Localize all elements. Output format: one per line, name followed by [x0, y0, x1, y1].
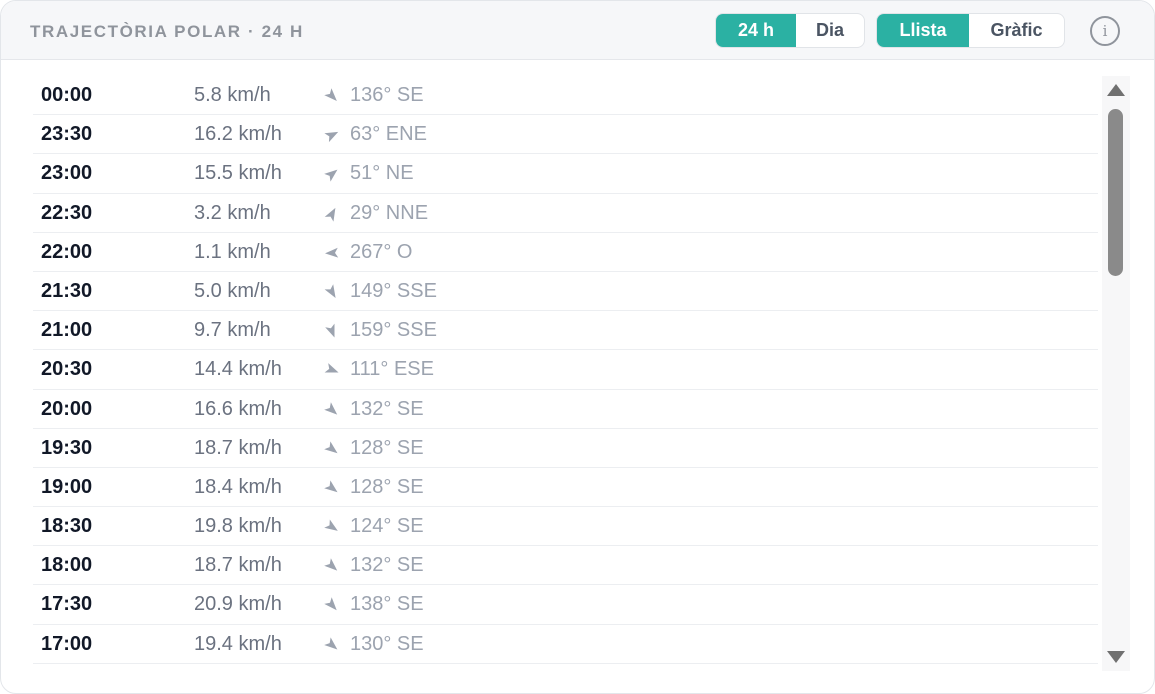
row-time: 00:00: [41, 84, 93, 106]
row-direction: 128° SE: [350, 436, 424, 459]
row-speed: 5.8 km/h: [194, 84, 271, 106]
row-direction: 132° SE: [350, 554, 424, 577]
direction-arrow-icon: [323, 518, 341, 536]
direction-arrow-icon: [323, 440, 341, 458]
direction-arrow-icon: [323, 244, 341, 262]
row-time: 18:00: [41, 554, 93, 577]
list-item: 18:00 18.7 km/h 132° SE: [33, 546, 1098, 586]
list-item: 17:30 20.9 km/h 138° SE: [33, 585, 1098, 625]
row-speed: 3.2 km/h: [194, 201, 271, 224]
direction-arrow-icon: [323, 205, 341, 223]
row-direction: 138° SE: [350, 593, 424, 616]
row-direction: 149° SSE: [350, 279, 437, 302]
card-title: TRAJECTÒRIA POLAR · 24 H: [30, 22, 304, 41]
direction-arrow-icon: [323, 636, 341, 654]
list-item: 17:00 19.4 km/h 130° SE: [33, 625, 1098, 664]
row-speed: 19.4 km/h: [194, 632, 282, 655]
row-direction: 29° NNE: [350, 201, 429, 224]
row-speed: 16.2 km/h: [194, 123, 282, 146]
row-time: 20:30: [41, 358, 93, 381]
row-direction: 51° NE: [350, 162, 414, 185]
row-time: 18:30: [41, 515, 93, 538]
row-direction: 63° ENE: [350, 123, 427, 146]
row-direction: 136° SE: [350, 84, 424, 106]
row-direction: 128° SE: [350, 475, 424, 498]
scroll-up-arrow-icon[interactable]: [1107, 84, 1125, 96]
direction-arrow-icon: [323, 401, 341, 419]
row-direction: 159° SSE: [350, 319, 437, 342]
row-speed: 19.8 km/h: [194, 515, 282, 538]
row-time: 23:00: [41, 162, 93, 185]
range-24h-button[interactable]: 24 h: [716, 14, 796, 47]
row-time: 21:30: [41, 279, 93, 302]
list-item: 20:30 14.4 km/h 111° ESE: [33, 350, 1098, 390]
direction-arrow-icon: [323, 479, 341, 497]
list-item: 00:00 5.8 km/h 136° SE: [33, 76, 1098, 116]
view-chart-button[interactable]: Gràfic: [969, 14, 1064, 47]
info-icon[interactable]: i: [1090, 16, 1120, 46]
row-direction: 267° O: [350, 240, 413, 263]
direction-arrow-icon: [323, 165, 341, 183]
direction-arrow-icon: [323, 87, 341, 105]
list-item: 18:30 19.8 km/h 124° SE: [33, 507, 1098, 547]
list-item: 22:30 3.2 km/h 29° NNE: [33, 194, 1098, 233]
row-speed: 16.6 km/h: [194, 397, 282, 420]
row-speed: 18.4 km/h: [194, 475, 282, 498]
row-time: 19:00: [41, 475, 93, 498]
row-time: 22:00: [41, 240, 93, 263]
row-speed: 9.7 km/h: [194, 319, 271, 342]
row-speed: 1.1 km/h: [194, 240, 271, 263]
list-scrollbar[interactable]: [1102, 76, 1130, 671]
direction-arrow-icon: [323, 126, 341, 144]
list-item: 21:30 5.0 km/h 149° SSE: [33, 272, 1098, 312]
scroll-down-arrow-icon[interactable]: [1107, 651, 1125, 663]
direction-arrow-icon: [323, 322, 341, 340]
range-toggle: 24 h Dia: [715, 13, 865, 48]
row-speed: 18.7 km/h: [194, 554, 282, 577]
direction-arrow-icon: [323, 283, 341, 301]
row-speed: 18.7 km/h: [194, 436, 282, 459]
card-header: TRAJECTÒRIA POLAR · 24 H 24 h Dia Llista…: [1, 1, 1154, 60]
row-direction: 132° SE: [350, 397, 424, 420]
row-time: 22:30: [41, 201, 93, 224]
list-item: 20:00 16.6 km/h 132° SE: [33, 390, 1098, 429]
list-item: 19:00 18.4 km/h 128° SE: [33, 468, 1098, 508]
row-time: 21:00: [41, 319, 93, 342]
row-time: 17:30: [41, 593, 93, 616]
row-speed: 5.0 km/h: [194, 279, 271, 302]
direction-arrow-icon: [323, 596, 341, 614]
scroll-thumb[interactable]: [1108, 109, 1123, 276]
view-toggle: Llista Gràfic: [876, 13, 1065, 48]
row-direction: 130° SE: [350, 632, 424, 655]
row-direction: 124° SE: [350, 515, 424, 538]
row-direction: 111° ESE: [350, 358, 434, 381]
direction-arrow-icon: [323, 361, 341, 379]
list-item: 23:00 15.5 km/h 51° NE: [33, 154, 1098, 194]
trajectory-card: TRAJECTÒRIA POLAR · 24 H 24 h Dia Llista…: [0, 0, 1155, 694]
direction-arrow-icon: [323, 557, 341, 575]
row-time: 20:00: [41, 397, 93, 420]
row-time: 17:00: [41, 632, 93, 655]
view-list-button[interactable]: Llista: [877, 14, 969, 47]
trajectory-list: 00:00 5.8 km/h 136° SE 23:30 16.2 km/h 63° EN…: [33, 76, 1098, 664]
list-item: 23:30 16.2 km/h 63° ENE: [33, 115, 1098, 155]
row-time: 19:30: [41, 436, 93, 459]
list-item: 19:30 18.7 km/h 128° SE: [33, 429, 1098, 468]
row-speed: 14.4 km/h: [194, 358, 282, 381]
list-item: 21:00 9.7 km/h 159° SSE: [33, 311, 1098, 351]
row-speed: 15.5 km/h: [194, 162, 282, 185]
list-item: 22:00 1.1 km/h 267° O: [33, 233, 1098, 272]
range-day-button[interactable]: Dia: [796, 14, 864, 47]
row-speed: 20.9 km/h: [194, 593, 282, 616]
row-time: 23:30: [41, 123, 93, 146]
